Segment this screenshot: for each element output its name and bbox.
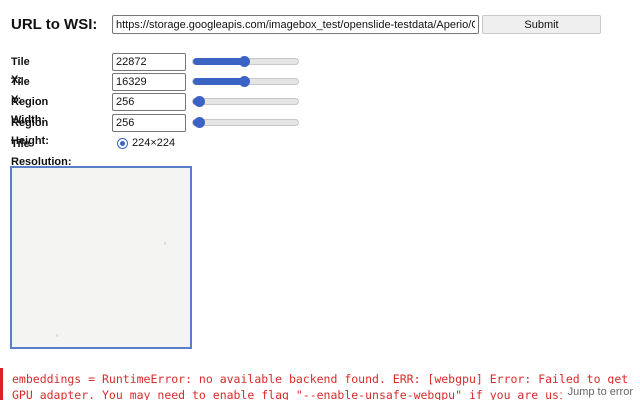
tile-y-input[interactable] — [112, 73, 186, 91]
preview-speck — [56, 334, 58, 337]
region-height-slider-thumb[interactable] — [194, 117, 206, 128]
tile-y-slider[interactable] — [192, 76, 299, 87]
region-height-slider[interactable] — [192, 117, 299, 128]
radio-selected-dot — [120, 141, 125, 146]
tile-y-slider-thumb[interactable] — [239, 76, 251, 87]
tile-x-input[interactable] — [112, 53, 186, 71]
url-input[interactable] — [112, 15, 479, 34]
resolution-radio-224[interactable] — [117, 138, 128, 149]
region-width-slider[interactable] — [192, 96, 299, 107]
tile-x-slider-thumb[interactable] — [239, 56, 251, 67]
submit-button[interactable]: Submit — [482, 15, 601, 34]
resolution-option-label: 224×224 — [132, 137, 176, 149]
tile-x-slider-fill — [193, 58, 245, 65]
tile-x-slider[interactable] — [192, 56, 299, 67]
preview-speck — [164, 242, 166, 245]
jump-to-error-link[interactable]: Jump to error — [561, 384, 637, 400]
tile-y-slider-fill — [193, 78, 245, 85]
region-width-slider-thumb[interactable] — [194, 96, 206, 107]
error-message: embeddings = RuntimeError: no available … — [0, 368, 640, 400]
region-height-input[interactable] — [112, 114, 186, 132]
url-label: URL to WSI: — [11, 16, 98, 33]
region-width-input[interactable] — [112, 93, 186, 111]
tile-preview-image — [10, 166, 192, 349]
